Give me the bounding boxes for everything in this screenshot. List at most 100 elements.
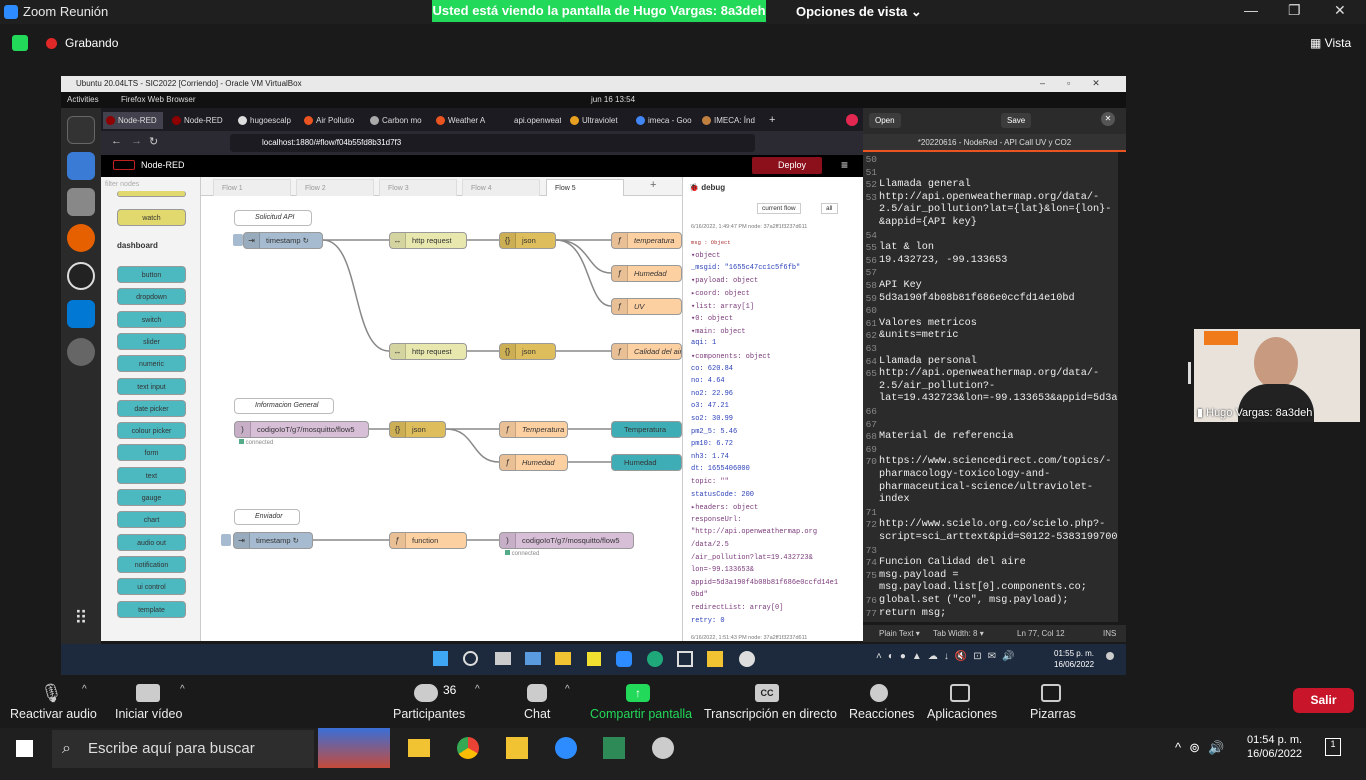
filter-nodes-input[interactable]: filter nodes [105,181,139,188]
ubuntu-clock[interactable]: jun 16 13:54 [591,92,635,108]
deploy-button[interactable]: Deploy [752,157,822,174]
terminal-icon[interactable] [67,116,95,144]
paint-icon[interactable] [707,651,723,667]
files-icon[interactable] [67,188,95,216]
save-button[interactable]: Save [1001,113,1032,128]
view-options-button[interactable]: Opciones de vista ⌄ [796,4,922,20]
palette-node-chart[interactable]: chart [117,511,186,529]
leave-button[interactable]: Salir [1293,688,1354,713]
search-icon[interactable] [463,651,478,666]
palette-node-numeric[interactable]: numeric [117,355,186,373]
start-video-button[interactable]: Iniciar vídeo [115,707,182,721]
vm-window-controls[interactable]: –▫✕ [1040,78,1122,89]
browser-tab[interactable]: Ultraviolet [567,112,627,129]
unmute-button[interactable]: Reactivar audio [10,707,97,721]
file-explorer-icon[interactable] [555,652,571,665]
participants-icon[interactable] [414,684,438,702]
taskbar-search-box[interactable]: ⌕ Escribe aquí para buscar [52,730,314,768]
browser-tab[interactable]: Node-RED [103,112,163,129]
function-node[interactable]: ƒ Humedad [611,265,682,282]
palette-node-button[interactable]: button [117,266,186,283]
editor-tab[interactable]: *20220616 - NodeRed - API Call UV y CO2 [863,134,1126,152]
function-node[interactable]: ƒ temperatura [611,232,682,249]
new-tab-button[interactable]: + [767,112,783,129]
close-icon[interactable]: ✕ [1101,112,1115,126]
forward-icon[interactable]: → [131,135,142,147]
windows-start-icon[interactable] [16,740,33,757]
gauge-node[interactable]: Humedad [611,454,682,471]
notification-dot-icon[interactable] [1106,652,1114,660]
browser-tab[interactable]: Weather A [433,112,493,129]
audio-options-chevron-icon[interactable]: ^ [82,684,87,695]
file-explorer-icon[interactable] [408,739,430,757]
zoom-app-icon[interactable] [555,737,577,759]
activities-button[interactable]: Activities [67,92,99,108]
syntax-mode-select[interactable]: Plain Text ▾ [879,625,920,642]
json-node[interactable]: {} json [499,232,556,249]
inject-button[interactable] [233,234,243,246]
palette-node-text-input[interactable]: text input [117,377,186,395]
back-icon[interactable]: ← [111,135,122,147]
editor-text-area[interactable]: 50 51 52 Llamada general 53 http://api.openwe… [863,152,1118,622]
mqtt-in-node[interactable]: ) codigoIoT/g7/mosquitto/flow5 [234,421,369,438]
function-node[interactable]: ƒ function [389,532,467,549]
tab-width-select[interactable]: Tab Width: 8 ▾ [933,625,984,642]
close-icon[interactable]: ✕ [1334,2,1346,19]
function-node[interactable]: ƒ UV [611,298,682,315]
flow-workspace[interactable]: Solicitud API Informacion General Enviad… [201,177,682,641]
paint-app-icon[interactable] [506,737,528,759]
json-node[interactable]: {} json [499,343,556,360]
shield-icon[interactable] [12,35,28,51]
palette-node-colour-picker[interactable]: colour picker [117,422,186,440]
palette-node-gauge[interactable]: gauge [117,489,186,506]
edge-icon[interactable] [647,651,663,667]
cc-icon[interactable]: CC [755,684,779,702]
clock-app-icon[interactable] [739,651,755,667]
share-screen-icon[interactable]: ↑ [626,684,650,702]
share-screen-button[interactable]: Compartir pantalla [590,707,692,721]
participants-chevron-icon[interactable]: ^ [475,684,480,695]
settings-icon[interactable] [67,338,95,366]
video-panel-handle[interactable] [1188,362,1191,384]
browser-tab[interactable]: Node-RED [169,112,229,129]
notifications-icon[interactable]: 1 [1325,738,1341,756]
palette-node-date-picker[interactable]: date picker [117,399,186,417]
close-window-icon[interactable] [846,114,858,126]
minimize-icon[interactable]: — [1244,2,1258,18]
mqtt-out-node[interactable]: ) codigoIoT/g7/mosquitto/flow5 [499,532,634,549]
virtualbox-icon[interactable] [677,651,693,667]
debug-filter-select[interactable]: current flow [757,203,801,214]
palette-node-template[interactable]: template [117,600,186,618]
zoom-taskbar-icon[interactable] [616,651,632,667]
palette-node-audio-out[interactable]: audio out [117,533,186,551]
reactions-icon[interactable] [870,684,888,702]
system-tray-icons[interactable]: ˄◐●▲☁↓🔇⊡✉🔊 [876,651,1020,662]
debug-clear-select[interactable]: all [821,203,838,214]
browser-tab[interactable]: imeca - Goo [633,112,693,129]
tab-flow-1[interactable]: Flow 1 [213,179,291,196]
open-button[interactable]: Open [869,113,901,128]
palette-node[interactable] [117,191,186,197]
inject-node[interactable]: ⇥ timestamp ↻ [243,232,323,249]
sticky-notes-icon[interactable] [587,652,601,666]
browser-tab[interactable]: Air Pollutio [301,112,361,129]
gauge-node[interactable]: Temperatura [611,421,682,438]
tab-flow-3[interactable]: Flow 3 [379,179,457,196]
palette-node-notification[interactable]: notification [117,555,186,573]
text-editor-icon[interactable] [67,152,95,180]
menu-icon[interactable]: ≡ [841,158,848,172]
vscode-icon[interactable] [67,300,95,328]
function-node[interactable]: ƒ Calidad del aire [611,343,682,360]
firefox-icon[interactable] [67,224,95,252]
chat-icon[interactable] [527,684,547,702]
function-node[interactable]: ƒ Humedad [499,454,568,471]
restore-icon[interactable]: ❐ [1288,2,1301,19]
view-button[interactable]: ▦ Vista [1310,36,1351,50]
notepad-icon[interactable] [603,737,625,759]
inject-button[interactable] [221,534,231,546]
apps-icon[interactable] [950,684,970,702]
browser-tab[interactable]: hugoescalp [235,112,295,129]
http-request-node[interactable]: ↔ http request [389,232,467,249]
function-node[interactable]: ƒ Temperatura [499,421,568,438]
task-view-icon[interactable] [495,652,511,665]
